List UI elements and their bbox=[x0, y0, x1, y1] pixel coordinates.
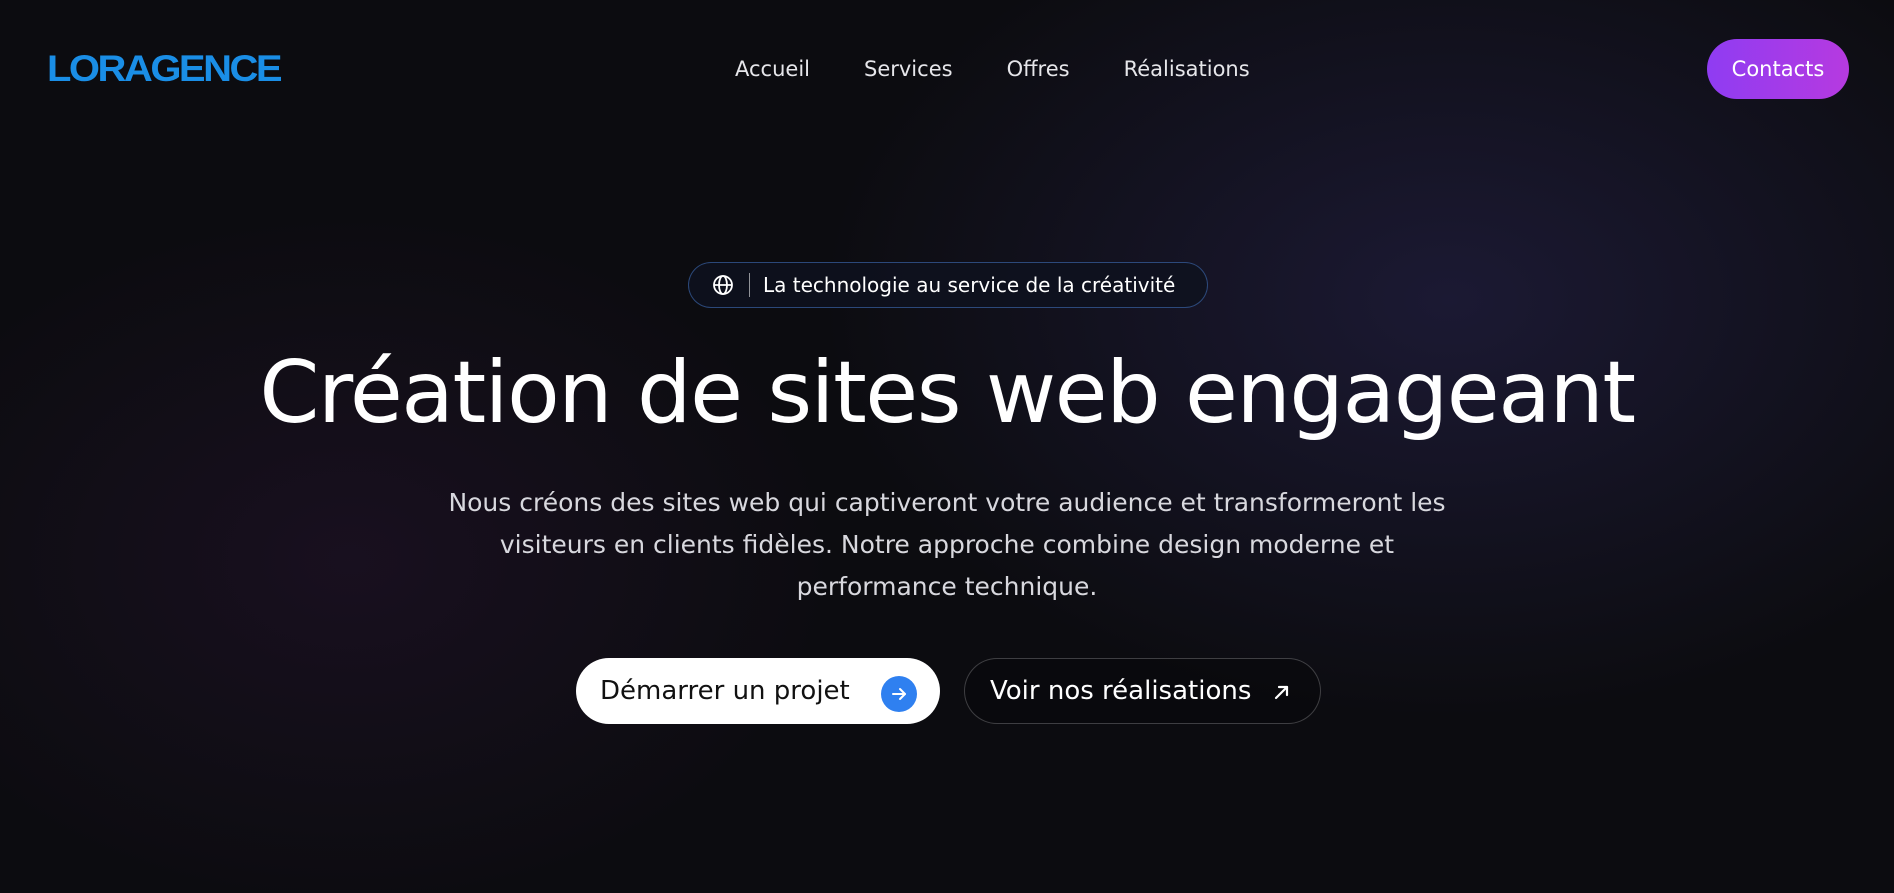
start-project-button[interactable]: Démarrer un projet bbox=[576, 658, 940, 724]
hero-headline: Création de sites web engageant bbox=[259, 343, 1636, 443]
logo[interactable]: LORAGENCE bbox=[47, 48, 283, 90]
nav-item-realisations[interactable]: Réalisations bbox=[1124, 55, 1250, 83]
contacts-button[interactable]: Contacts bbox=[1707, 39, 1849, 99]
globe-icon bbox=[711, 273, 735, 297]
nav-item-offres[interactable]: Offres bbox=[1007, 55, 1070, 83]
view-portfolio-label: Voir nos réalisations bbox=[990, 676, 1252, 706]
hero-subtitle: Nous créons des sites web qui captiveron… bbox=[448, 488, 1446, 601]
start-project-label: Démarrer un projet bbox=[600, 676, 850, 706]
site-header: LORAGENCE Accueil Services Offres Réalis… bbox=[0, 0, 1894, 140]
main-nav: Accueil Services Offres Réalisations bbox=[735, 55, 1250, 83]
arrow-up-right-icon bbox=[1271, 681, 1293, 703]
badge-divider bbox=[749, 273, 750, 297]
view-portfolio-button[interactable]: Voir nos réalisations bbox=[964, 658, 1321, 724]
hero-badge: La technologie au service de la créativi… bbox=[688, 262, 1208, 308]
badge-text: La technologie au service de la créativi… bbox=[763, 273, 1176, 297]
arrow-right-icon bbox=[881, 676, 917, 712]
nav-item-services[interactable]: Services bbox=[864, 55, 953, 83]
nav-item-accueil[interactable]: Accueil bbox=[735, 55, 810, 83]
